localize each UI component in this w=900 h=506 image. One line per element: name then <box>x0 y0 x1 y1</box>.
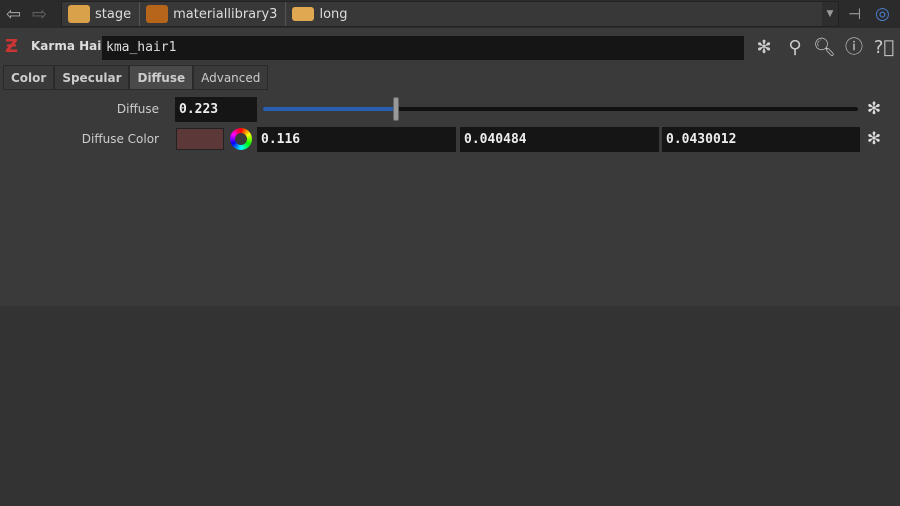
diffuse-slider-fill <box>263 107 396 111</box>
diffuse-color-b-input[interactable]: 0.0430012 <box>662 127 860 152</box>
pin-icon[interactable]: ⊣ <box>848 5 861 23</box>
search-icon[interactable]: 🔍︎ <box>813 37 836 59</box>
tab-specular[interactable]: Specular <box>54 65 130 90</box>
karma-hair-node-icon[interactable]: Ƶ <box>5 36 27 58</box>
breadcrumb-materiallibrary[interactable]: materiallibrary3 <box>140 2 287 26</box>
diffuse-color-r-input[interactable]: 0.116 <box>257 127 456 152</box>
back-arrow-icon[interactable]: ⇦ <box>6 4 21 25</box>
path-bar: ⇦ ⇨ stage materiallibrary3 long ▼ ⊣ ◎ <box>0 0 900 28</box>
tab-diffuse[interactable]: Diffuse <box>129 65 194 90</box>
link-target-icon[interactable]: ◎ <box>875 4 890 24</box>
paint-brush-icon[interactable]: ⚲ <box>784 37 806 59</box>
help-icon[interactable]: ?⃝ <box>873 37 895 59</box>
node-header: Ƶ Karma Hair kma_hair1 ✻ ⚲ 🔍︎ ⓘ ?⃝ <box>0 34 900 60</box>
box-icon <box>292 7 315 21</box>
stage-icon <box>68 5 90 23</box>
material-library-icon <box>146 5 169 23</box>
diffuse-slider-handle[interactable] <box>392 97 399 121</box>
info-icon[interactable]: ⓘ <box>843 37 865 59</box>
breadcrumb-label: materiallibrary3 <box>173 6 278 22</box>
diffuse-label: Diffuse <box>116 102 159 116</box>
diffuse-gear-icon[interactable]: ✻ <box>864 99 884 119</box>
diffuse-color-label: Diffuse Color <box>81 132 159 146</box>
diffuse-input[interactable]: 0.223 <box>175 97 257 122</box>
node-type-label: Karma Hair <box>31 39 108 53</box>
diffuse-color-g-input[interactable]: 0.040484 <box>460 127 659 152</box>
diffuse-color-gear-icon[interactable]: ✻ <box>864 129 884 149</box>
breadcrumb-stage[interactable]: stage <box>62 2 141 26</box>
diffuse-slider[interactable] <box>263 107 858 111</box>
breadcrumb-label: long <box>319 6 348 22</box>
breadcrumb-long[interactable]: long <box>286 2 355 26</box>
parameter-tabs: Color Specular Diffuse Advanced <box>3 65 269 90</box>
tab-color[interactable]: Color <box>3 65 55 90</box>
path-dropdown-chevron-icon[interactable]: ▼ <box>822 2 838 26</box>
forward-arrow-icon[interactable]: ⇨ <box>32 4 47 25</box>
breadcrumb-label: stage <box>95 6 132 22</box>
color-wheel-icon[interactable] <box>230 128 252 150</box>
node-name-input[interactable]: kma_hair1 <box>102 36 744 60</box>
gear-icon[interactable]: ✻ <box>753 37 775 59</box>
breadcrumb: stage materiallibrary3 long ▼ <box>61 1 839 27</box>
diffuse-color-swatch[interactable] <box>176 128 224 150</box>
tab-advanced[interactable]: Advanced <box>193 65 269 90</box>
